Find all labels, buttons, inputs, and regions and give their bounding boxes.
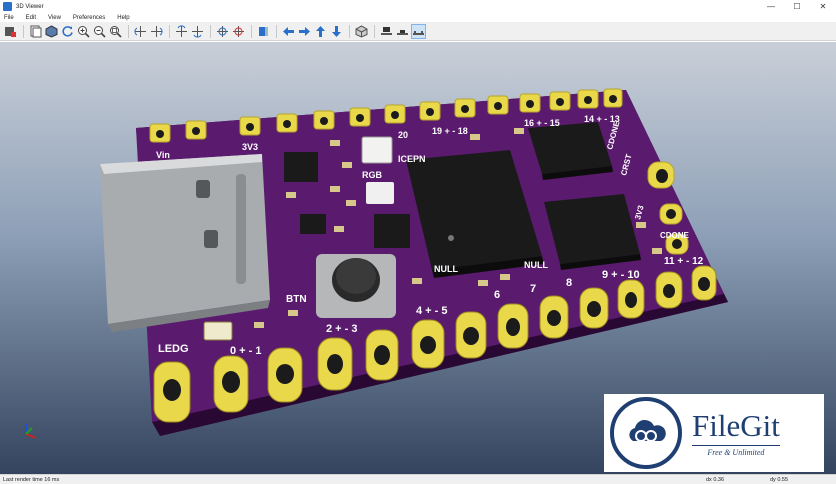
menu-bar: File Edit View Preferences Help bbox=[0, 13, 836, 22]
toolbar-separator bbox=[374, 24, 375, 38]
toolbar-separator bbox=[23, 24, 24, 38]
pan-up-icon[interactable] bbox=[313, 24, 328, 39]
status-dx: dx 0.36 bbox=[706, 476, 725, 483]
toolbar-separator bbox=[349, 24, 350, 38]
rotate-z-ccw-icon[interactable] bbox=[231, 24, 246, 39]
silk-3v3: 3V3 bbox=[242, 142, 258, 152]
status-bar: Last render time 16 ms dx 0.36 dy 0.55 bbox=[0, 474, 836, 484]
rotate-x-ccw-icon[interactable] bbox=[149, 24, 164, 39]
sensor-part bbox=[366, 182, 394, 204]
silk-9-10: 9 + - 10 bbox=[602, 269, 640, 281]
status-dy: dy 0.55 bbox=[770, 476, 789, 483]
rotate-y-cw-icon[interactable] bbox=[174, 24, 189, 39]
silk-cdone-2: CDONE bbox=[660, 231, 690, 240]
toolbar-separator bbox=[251, 24, 252, 38]
silk-icepn: ICEPN bbox=[398, 154, 426, 164]
led-green bbox=[203, 321, 233, 341]
toolbar-separator bbox=[169, 24, 170, 38]
layers-top-icon[interactable] bbox=[379, 24, 394, 39]
flip-board-icon[interactable] bbox=[256, 24, 271, 39]
silk-0-1: 0 + - 1 bbox=[230, 345, 262, 357]
usb-c-connector bbox=[100, 154, 270, 332]
pan-down-icon[interactable] bbox=[329, 24, 344, 39]
menu-preferences[interactable]: Preferences bbox=[73, 15, 105, 21]
silk-20: 20 bbox=[398, 130, 408, 140]
push-button bbox=[316, 254, 396, 318]
board-body-icon[interactable] bbox=[44, 24, 59, 39]
toolbar-separator bbox=[128, 24, 129, 38]
render-time-text: Last render time 16 ms bbox=[3, 476, 60, 483]
watermark-name: FileGit bbox=[692, 407, 780, 443]
zoom-out-icon[interactable] bbox=[92, 24, 107, 39]
layers-bottom-icon[interactable] bbox=[411, 23, 426, 39]
silk-null-1: NULL bbox=[434, 264, 458, 274]
window-controls: — ☐ ✕ bbox=[758, 0, 836, 13]
minimize-button[interactable]: — bbox=[758, 0, 784, 13]
rotate-x-cw-icon[interactable] bbox=[133, 24, 148, 39]
filegit-logo-icon bbox=[610, 397, 682, 469]
silk-vin: Vin bbox=[156, 150, 170, 160]
zoom-in-icon[interactable] bbox=[76, 24, 91, 39]
layers-mid-icon[interactable] bbox=[395, 24, 410, 39]
silk-4-5: 4 + - 5 bbox=[416, 305, 448, 317]
menu-view[interactable]: View bbox=[48, 15, 61, 21]
close-button[interactable]: ✕ bbox=[810, 0, 836, 13]
menu-help[interactable]: Help bbox=[117, 15, 129, 21]
silk-null-2: NULL bbox=[524, 260, 548, 270]
silk-6: 6 bbox=[494, 289, 500, 301]
render-mode-icon[interactable] bbox=[3, 24, 18, 39]
app-icon bbox=[3, 2, 12, 11]
silk-11-12: 11 + - 12 bbox=[664, 256, 704, 267]
refresh-icon[interactable] bbox=[60, 24, 75, 39]
silk-8: 8 bbox=[566, 277, 572, 289]
silk-rgb: RGB bbox=[362, 170, 383, 180]
silk-7: 7 bbox=[530, 283, 536, 295]
maximize-button[interactable]: ☐ bbox=[784, 0, 810, 13]
toolbar-separator bbox=[210, 24, 211, 38]
axis-indicator-icon bbox=[25, 424, 37, 439]
toolbar-separator bbox=[276, 24, 277, 38]
silk-2-3: 2 + - 3 bbox=[326, 323, 358, 335]
silk-16-15: 16 + - 15 bbox=[524, 118, 560, 128]
watermark: FileGit Free & Unlimited bbox=[604, 394, 824, 472]
silk-ledg: LEDG bbox=[158, 343, 189, 355]
watermark-tagline: Free & Unlimited bbox=[692, 444, 780, 457]
pan-left-icon[interactable] bbox=[281, 24, 296, 39]
orthographic-icon[interactable] bbox=[354, 24, 369, 39]
pan-right-icon[interactable] bbox=[297, 24, 312, 39]
silk-19-18: 19 + - 18 bbox=[432, 126, 468, 136]
title-bar: 3D Viewer — ☐ ✕ bbox=[0, 0, 836, 13]
window-title: 3D Viewer bbox=[16, 3, 44, 10]
silk-btn: BTN bbox=[286, 294, 307, 305]
rgb-led bbox=[361, 136, 393, 164]
menu-edit[interactable]: Edit bbox=[26, 15, 36, 21]
toolbar bbox=[0, 22, 836, 41]
rotate-z-cw-icon[interactable] bbox=[215, 24, 230, 39]
copy-image-icon[interactable] bbox=[28, 24, 43, 39]
menu-file[interactable]: File bbox=[4, 15, 14, 21]
rotate-y-ccw-icon[interactable] bbox=[190, 24, 205, 39]
zoom-fit-icon[interactable] bbox=[108, 24, 123, 39]
